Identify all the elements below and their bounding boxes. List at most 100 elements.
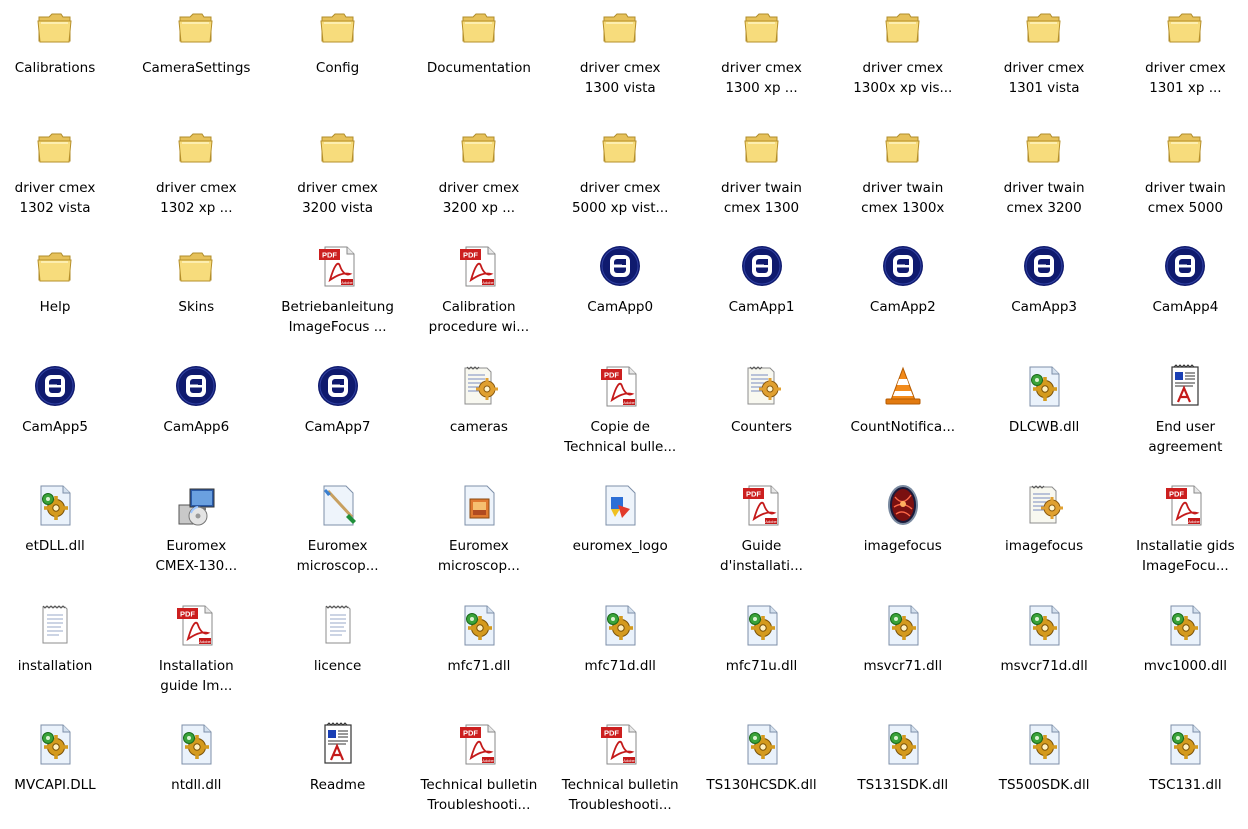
file-item[interactable]: End user agreement <box>1115 359 1248 471</box>
camapp-icon <box>1022 244 1066 288</box>
camapp-icon <box>740 244 784 288</box>
file-item[interactable]: CamApp4 <box>1115 239 1248 351</box>
file-item[interactable]: driver twain cmex 1300x <box>833 120 973 232</box>
file-item[interactable]: Euromex CMEX-130... <box>126 478 266 590</box>
file-item[interactable]: driver cmex 1301 vista <box>974 0 1114 112</box>
file-item[interactable]: PDF Adobe Guide d'installati... <box>692 478 832 590</box>
file-item[interactable]: driver twain cmex 3200 <box>974 120 1114 232</box>
file-item[interactable]: PDF Adobe Installation guide Im... <box>126 598 266 710</box>
file-item[interactable]: PDF Adobe Betriebanleitung ImageFocus ..… <box>268 239 408 351</box>
rtf-document-icon <box>1163 363 1207 408</box>
file-item[interactable]: PDF Adobe Installatie gids ImageFocu... <box>1115 478 1248 590</box>
file-item[interactable]: msvcr71.dll <box>833 598 973 710</box>
file-label: Technical bulletin Troubleshooti... <box>420 777 538 813</box>
file-item[interactable]: driver cmex 3200 vista <box>268 120 408 232</box>
file-item[interactable]: euromex_logo <box>550 478 690 590</box>
svg-text:PDF: PDF <box>322 251 337 260</box>
file-item[interactable]: driver cmex 1301 xp ... <box>1115 0 1248 112</box>
dll-icon <box>598 603 642 647</box>
file-label: CamApp5 <box>22 418 88 435</box>
file-item[interactable]: Calibrations <box>0 0 125 112</box>
pdf-icon: PDF Adobe <box>174 603 218 647</box>
pdf-icon: PDF Adobe <box>457 244 501 288</box>
file-item[interactable]: Config <box>268 0 408 112</box>
file-item[interactable]: TSC131.dll <box>1115 717 1248 829</box>
file-item[interactable]: Skins <box>126 239 266 351</box>
file-item[interactable]: driver cmex 5000 xp vist... <box>550 120 690 232</box>
imagefocus-app-icon <box>881 483 925 527</box>
file-label: CamApp4 <box>1152 299 1219 315</box>
file-item[interactable]: ntdll.dll <box>126 717 266 829</box>
file-item[interactable]: driver cmex 3200 xp ... <box>409 120 549 232</box>
file-item[interactable]: mfc71.dll <box>409 598 549 710</box>
file-item[interactable]: CamApp7 <box>268 359 408 471</box>
svg-text:Adobe: Adobe <box>200 639 212 644</box>
file-item[interactable]: driver cmex 1300x xp vis... <box>833 0 973 112</box>
folder-icon <box>316 125 360 169</box>
camapp-icon <box>174 364 218 408</box>
file-item[interactable]: CameraSettings <box>126 0 266 112</box>
svg-text:PDF: PDF <box>180 609 195 618</box>
dll-icon <box>1022 364 1066 408</box>
file-item[interactable]: CamApp6 <box>126 359 266 471</box>
folder-icon <box>740 125 784 169</box>
folder-icon <box>881 5 925 49</box>
file-item[interactable]: driver cmex 1302 xp ... <box>126 120 266 232</box>
file-item[interactable]: installation <box>0 598 125 710</box>
file-item[interactable]: PDF Adobe Calibration procedure wi... <box>409 239 549 351</box>
folder-icon <box>33 125 77 169</box>
svg-text:Adobe: Adobe <box>482 280 494 285</box>
file-label: imagefocus <box>863 538 942 554</box>
file-item[interactable]: Help <box>0 239 125 351</box>
file-item[interactable]: TS131SDK.dll <box>833 717 973 829</box>
dll-icon <box>740 603 784 647</box>
file-item[interactable]: mfc71d.dll <box>550 598 690 710</box>
file-item[interactable]: driver cmex 1302 vista <box>0 120 125 232</box>
file-item[interactable]: licence <box>268 598 408 710</box>
file-item[interactable]: PDF Adobe Copie de Technical bulle... <box>550 359 690 471</box>
file-item[interactable]: driver twain cmex 5000 <box>1115 120 1248 232</box>
file-label: CamApp1 <box>728 299 795 315</box>
pdf-icon: PDF Adobe <box>316 244 360 288</box>
file-item[interactable]: imagefocus <box>833 478 973 590</box>
file-item[interactable]: CamApp1 <box>692 239 832 351</box>
file-label: TS130HCSDK.dll <box>706 777 817 793</box>
file-item[interactable]: MVCAPI.DLL <box>0 717 125 829</box>
file-item[interactable]: CamApp0 <box>550 239 690 351</box>
file-item[interactable]: driver cmex 1300 vista <box>550 0 690 112</box>
image-file-icon <box>457 483 501 527</box>
file-item[interactable]: TS500SDK.dll <box>974 717 1114 829</box>
file-item[interactable]: Euromex microscop... <box>268 478 408 590</box>
svg-text:PDF: PDF <box>1169 490 1184 499</box>
file-item[interactable]: CountNotifica... <box>833 359 973 471</box>
file-item[interactable]: TS130HCSDK.dll <box>692 717 832 829</box>
file-item[interactable]: etDLL.dll <box>0 478 125 590</box>
file-item[interactable]: PDF Adobe Technical bulletin Troubleshoo… <box>550 717 690 829</box>
folder-icon <box>174 244 218 288</box>
file-item[interactable]: Readme <box>268 717 408 829</box>
file-item[interactable]: mvc1000.dll <box>1115 598 1248 710</box>
file-item[interactable]: CamApp2 <box>833 239 973 351</box>
file-label: Skins <box>178 299 215 315</box>
pdf-icon: PDF Adobe <box>598 722 642 766</box>
file-item[interactable]: driver cmex 1300 xp ... <box>692 0 832 112</box>
file-item[interactable]: DLCWB.dll <box>974 359 1114 471</box>
file-item[interactable]: imagefocus <box>974 478 1114 590</box>
folder-icon <box>1022 5 1066 49</box>
file-item[interactable]: mfc71u.dll <box>692 598 832 710</box>
file-item[interactable]: msvcr71d.dll <box>974 598 1114 710</box>
text-file-icon <box>316 603 360 647</box>
file-item[interactable]: Documentation <box>409 0 549 112</box>
file-label: driver cmex 1300 vista <box>579 60 661 96</box>
file-item[interactable]: CamApp5 <box>0 359 125 471</box>
file-item[interactable]: Counters <box>692 359 832 471</box>
file-label: CamApp3 <box>1011 299 1077 315</box>
rtf-document-icon <box>316 722 360 766</box>
file-item[interactable]: CamApp3 <box>974 239 1114 351</box>
file-item[interactable]: driver twain cmex 1300 <box>692 120 832 232</box>
file-item[interactable]: Euromex microscop... <box>409 478 549 590</box>
pdf-icon: PDF Adobe <box>740 483 784 527</box>
file-label: Technical bulletin Troubleshooti... <box>561 777 679 813</box>
file-item[interactable]: PDF Adobe Technical bulletin Troubleshoo… <box>409 717 549 829</box>
file-item[interactable]: cameras <box>409 359 549 471</box>
